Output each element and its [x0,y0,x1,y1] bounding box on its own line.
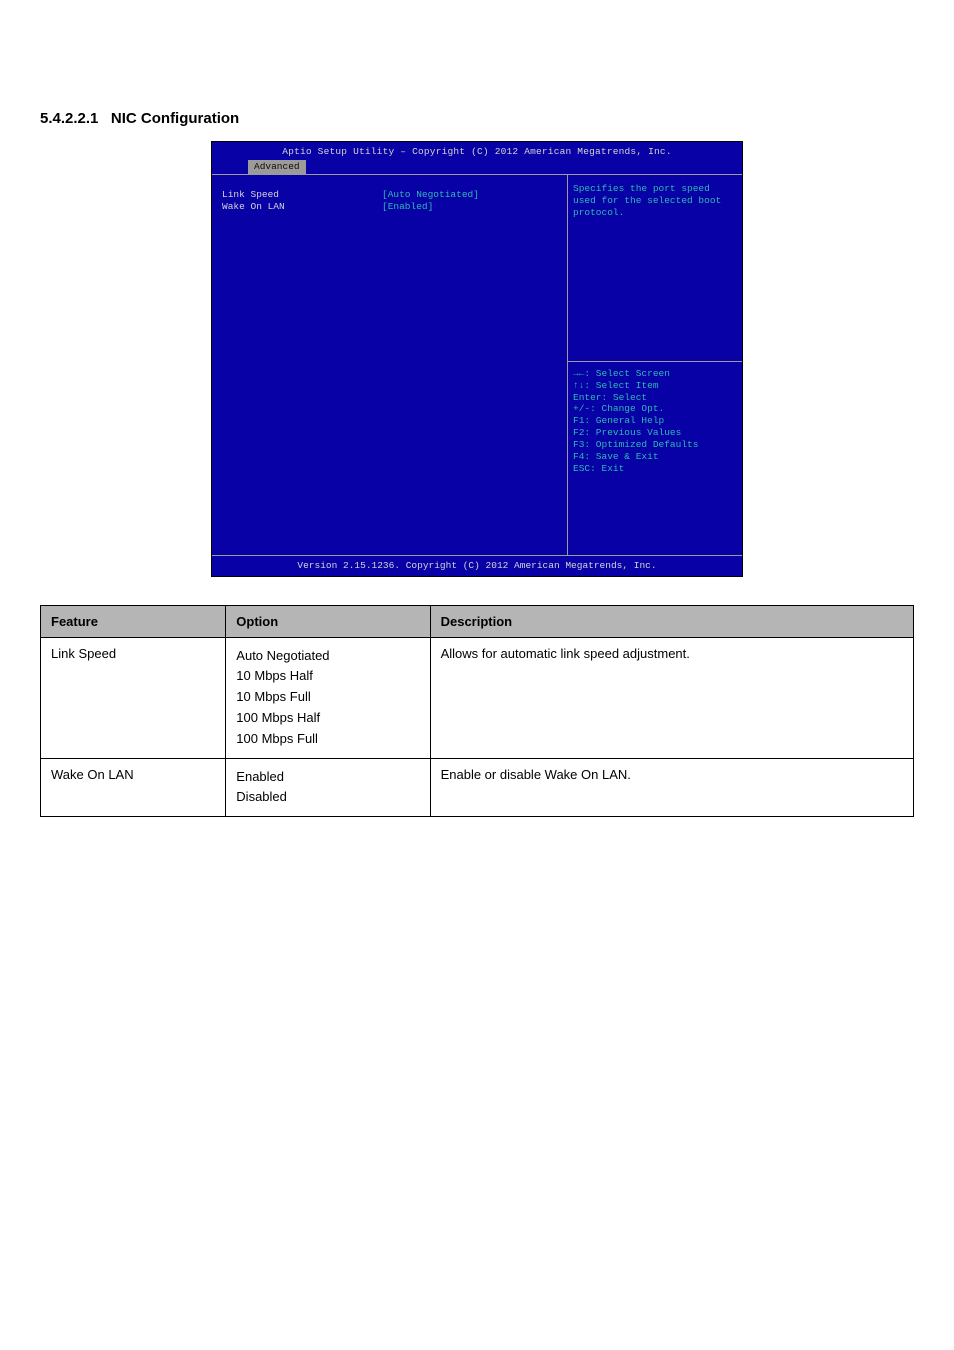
bios-title-bar: Aptio Setup Utility – Copyright (C) 2012… [212,142,742,160]
table-row: Link Speed Auto Negotiated 10 Mbps Half … [41,637,914,758]
option-item: 10 Mbps Full [236,689,310,704]
key-help-line: ESC: Exit [573,463,737,475]
tab-advanced[interactable]: Advanced [248,160,306,174]
bios-tab-strip: Advanced [212,160,742,174]
cell-description: Allows for automatic link speed adjustme… [430,637,913,758]
bios-footer: Version 2.15.1236. Copyright (C) 2012 Am… [212,556,742,576]
section-title: NIC Configuration [111,110,239,127]
key-help-line: ↑↓: Select Item [573,380,737,392]
col-option: Option [226,605,430,637]
key-help-line: +/-: Change Opt. [573,403,737,415]
option-item: 100 Mbps Half [236,710,320,725]
setting-row-wake-on-lan[interactable]: Wake On LAN [Enabled] [222,201,557,213]
option-item: 100 Mbps Full [236,731,318,746]
settings-table: Feature Option Description Link Speed Au… [40,605,914,818]
option-item: 10 Mbps Half [236,668,313,683]
bios-body: Link Speed [Auto Negotiated] Wake On LAN… [212,174,742,556]
option-item: Disabled [236,789,287,804]
table-header-row: Feature Option Description [41,605,914,637]
setting-value: [Auto Negotiated] [382,189,479,201]
key-help-line: F3: Optimized Defaults [573,439,737,451]
cell-feature: Link Speed [41,637,226,758]
cell-options: Auto Negotiated 10 Mbps Half 10 Mbps Ful… [226,637,430,758]
section-heading: 5.4.2.2.1 NIC Configuration [40,110,914,127]
section-number: 5.4.2.2.1 [40,110,98,127]
key-help-line: F2: Previous Values [573,427,737,439]
col-description: Description [430,605,913,637]
bios-window: Aptio Setup Utility – Copyright (C) 2012… [211,141,743,577]
bios-settings-pane: Link Speed [Auto Negotiated] Wake On LAN… [212,175,567,555]
cell-description: Enable or disable Wake On LAN. [430,758,913,817]
key-help-line: F4: Save & Exit [573,451,737,463]
key-help-line: F1: General Help [573,415,737,427]
setting-row-link-speed[interactable]: Link Speed [Auto Negotiated] [222,189,557,201]
cell-options: Enabled Disabled [226,758,430,817]
col-feature: Feature [41,605,226,637]
option-item: Auto Negotiated [236,648,329,663]
cell-feature: Wake On LAN [41,758,226,817]
key-help-line: Enter: Select [573,392,737,404]
bios-help-text: Specifies the port speed used for the se… [568,175,742,361]
bios-key-help: →←: Select Screen ↑↓: Select Item Enter:… [568,361,742,555]
setting-label: Link Speed [222,189,382,201]
key-help-line: →←: Select Screen [573,368,737,380]
bios-help-pane: Specifies the port speed used for the se… [567,175,742,555]
setting-label: Wake On LAN [222,201,382,213]
option-item: Enabled [236,769,284,784]
table-row: Wake On LAN Enabled Disabled Enable or d… [41,758,914,817]
setting-value: [Enabled] [382,201,433,213]
